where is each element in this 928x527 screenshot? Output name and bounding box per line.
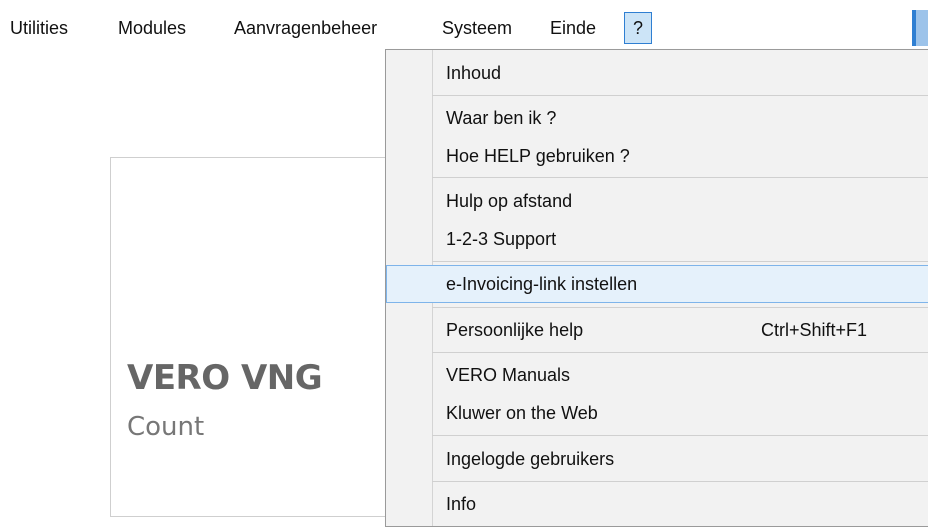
menu-item-inhoud[interactable]: Inhoud xyxy=(386,54,928,92)
product-logo-subtitle: Count xyxy=(127,412,205,442)
window-edge-fill xyxy=(916,10,928,46)
menu-item-shortcut: Ctrl+Shift+F1 xyxy=(761,320,868,340)
menu-item-hoe-help-gebruiken[interactable]: Hoe HELP gebruiken ? xyxy=(386,137,928,175)
menu-item-info[interactable]: Info xyxy=(386,485,928,523)
menu-item-label: 1-2-3 Support xyxy=(446,229,557,249)
menu-item-waar-ben-ik[interactable]: Waar ben ik ? xyxy=(386,99,928,137)
menu-item-label: e-Invoicing-link instellen xyxy=(446,274,638,294)
menu-separator xyxy=(432,95,928,96)
menu-help[interactable]: ? xyxy=(624,12,653,44)
menu-modules[interactable]: Modules xyxy=(112,10,192,46)
menu-item-label: Hulp op afstand xyxy=(446,191,573,211)
menu-item-label: VERO Manuals xyxy=(446,365,571,385)
logo-panel: VERO VNG Count xyxy=(110,157,412,517)
menu-item-e-invoicing-link[interactable]: e-Invoicing-link instellen xyxy=(386,265,928,303)
menu-item-label: Info xyxy=(446,494,477,514)
menu-separator xyxy=(432,307,928,308)
menu-item-label: Inhoud xyxy=(446,63,502,83)
menu-item-vero-manuals[interactable]: VERO Manuals xyxy=(386,356,928,394)
product-logo-title: VERO VNG xyxy=(127,358,323,398)
menu-utilities[interactable]: Utilities xyxy=(4,10,74,46)
menu-item-ingelogde-gebruikers[interactable]: Ingelogde gebruikers xyxy=(386,440,928,478)
menu-separator xyxy=(432,435,928,436)
menu-separator xyxy=(432,481,928,482)
menu-bar: Utilities Modules Aanvragenbeheer Systee… xyxy=(0,10,928,46)
menu-separator xyxy=(432,261,928,262)
menu-einde[interactable]: Einde xyxy=(544,10,602,46)
menu-separator xyxy=(432,177,928,178)
menu-separator xyxy=(432,352,928,353)
menu-item-label: Waar ben ik ? xyxy=(446,108,557,128)
menu-item-1-2-3-support[interactable]: 1-2-3 Support xyxy=(386,220,928,258)
help-dropdown-menu: Inhoud Waar ben ik ? Hoe HELP gebruiken … xyxy=(385,49,928,527)
menu-item-label: Hoe HELP gebruiken ? xyxy=(446,146,630,166)
menu-item-persoonlijke-help[interactable]: Persoonlijke help Ctrl+Shift+F1 xyxy=(386,311,928,349)
menu-item-kluwer-on-the-web[interactable]: Kluwer on the Web xyxy=(386,394,928,432)
menu-item-hulp-op-afstand[interactable]: Hulp op afstand xyxy=(386,182,928,220)
menu-item-label: Kluwer on the Web xyxy=(446,403,598,423)
menu-item-label: Ingelogde gebruikers xyxy=(446,449,615,469)
menu-aanvragenbeheer[interactable]: Aanvragenbeheer xyxy=(228,10,383,46)
menu-item-label: Persoonlijke help xyxy=(446,320,584,340)
menu-systeem[interactable]: Systeem xyxy=(436,10,518,46)
